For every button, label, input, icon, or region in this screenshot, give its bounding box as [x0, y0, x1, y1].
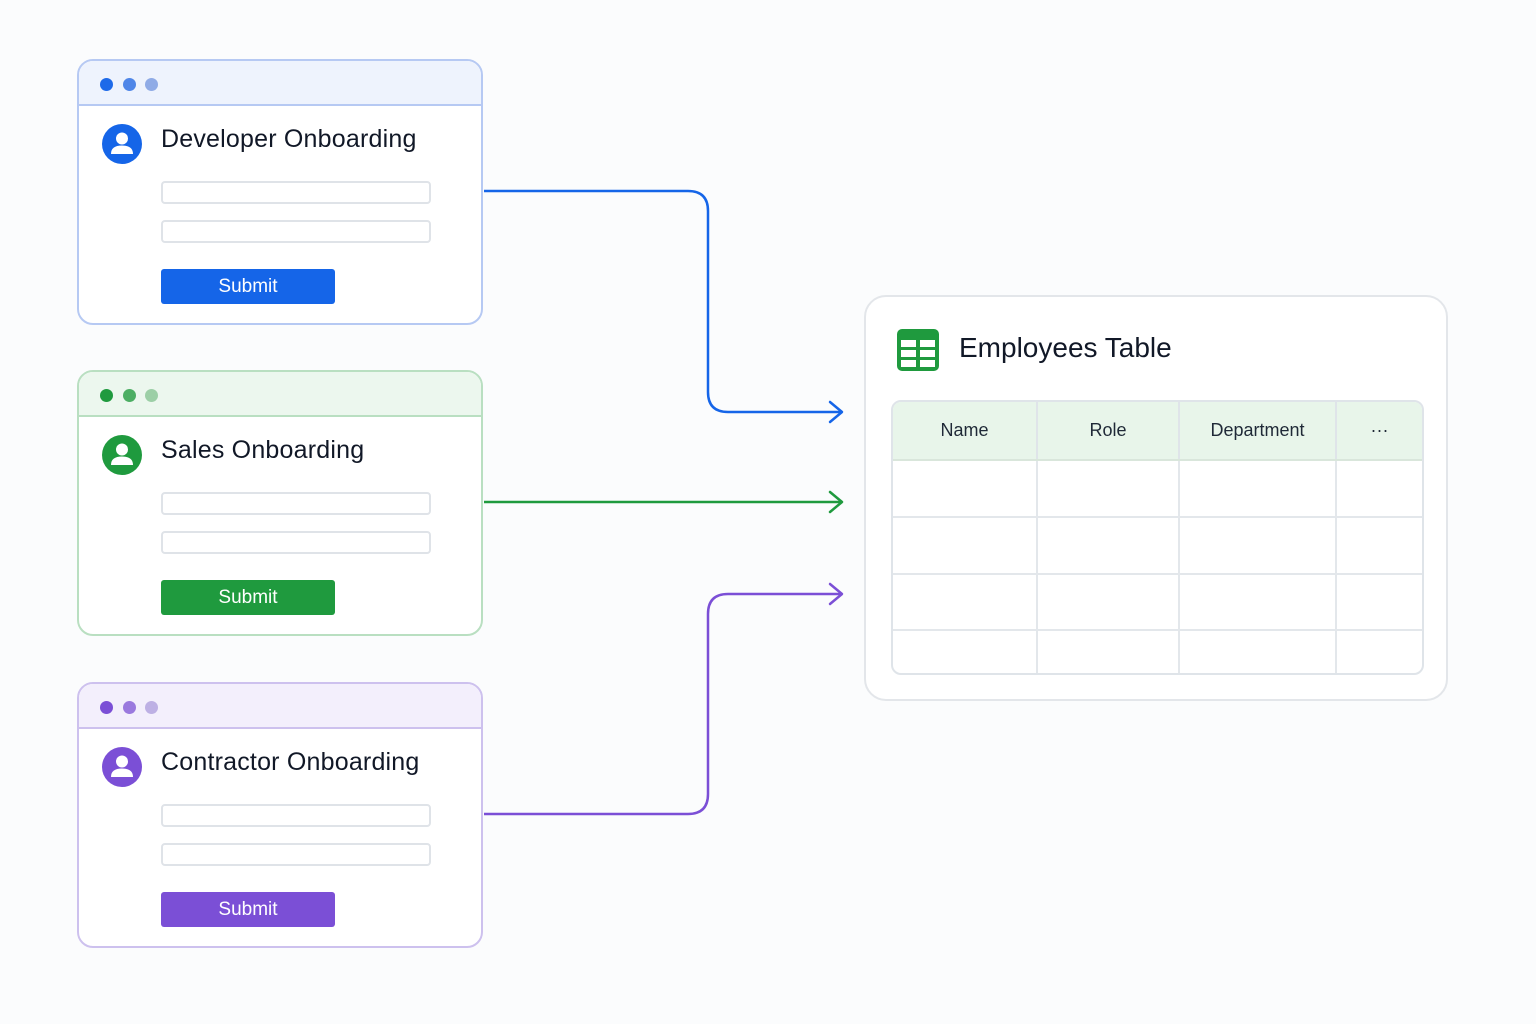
- table-cell[interactable]: [1037, 516, 1180, 575]
- table-cell[interactable]: [1336, 516, 1422, 575]
- contractor-onboarding-window: Contractor Onboarding Submit: [77, 682, 483, 948]
- form-title: Sales Onboarding: [161, 436, 365, 464]
- table-cell[interactable]: [1336, 460, 1422, 518]
- table-row: [893, 573, 1422, 632]
- window-titlebar: [79, 684, 481, 729]
- window-dot: [123, 389, 136, 402]
- column-header-role[interactable]: Role: [1037, 402, 1180, 461]
- table-cell[interactable]: [893, 573, 1038, 632]
- text-field-2[interactable]: [161, 843, 431, 866]
- text-field-2[interactable]: [161, 220, 431, 243]
- window-titlebar: [79, 372, 481, 417]
- text-field-1[interactable]: [161, 492, 431, 515]
- developer-connector: [484, 189, 842, 414]
- table-row: [893, 516, 1422, 575]
- table-cell[interactable]: [1336, 630, 1422, 673]
- column-header-name[interactable]: Name: [893, 402, 1038, 461]
- window-dot: [123, 701, 136, 714]
- submit-button[interactable]: Submit: [161, 892, 335, 927]
- form-title: Developer Onboarding: [161, 125, 417, 153]
- window-dot: [100, 389, 113, 402]
- developer-onboarding-window: Developer Onboarding Submit: [77, 59, 483, 325]
- window-dot: [145, 78, 158, 91]
- window-dot: [145, 701, 158, 714]
- window-dot: [100, 701, 113, 714]
- employees-table: Name Role Department ···: [891, 400, 1424, 675]
- more-columns-icon[interactable]: ···: [1336, 402, 1422, 461]
- table-cell[interactable]: [1336, 573, 1422, 632]
- table-row: [893, 630, 1422, 673]
- contractor-connector: [484, 592, 842, 816]
- column-header-department[interactable]: Department: [1179, 402, 1337, 461]
- user-icon: [102, 747, 142, 787]
- form-title: Contractor Onboarding: [161, 748, 420, 776]
- sales-onboarding-window: Sales Onboarding Submit: [77, 370, 483, 636]
- window-dot: [100, 78, 113, 91]
- table-row: [893, 460, 1422, 518]
- table-cell[interactable]: [893, 630, 1038, 673]
- employees-table-card: Employees Table Name Role Department ···: [864, 295, 1448, 701]
- table-cell[interactable]: [1179, 460, 1337, 518]
- table-header-row: Name Role Department ···: [893, 402, 1422, 461]
- text-field-1[interactable]: [161, 181, 431, 204]
- table-title: Employees Table: [959, 332, 1172, 363]
- user-icon: [102, 124, 142, 164]
- text-field-1[interactable]: [161, 804, 431, 827]
- table-cell[interactable]: [1179, 573, 1337, 632]
- table-cell[interactable]: [1037, 573, 1180, 632]
- table-cell[interactable]: [893, 516, 1038, 575]
- user-icon: [102, 435, 142, 475]
- spreadsheet-icon: [897, 329, 939, 376]
- table-cell[interactable]: [1037, 460, 1180, 518]
- submit-button[interactable]: Submit: [161, 269, 335, 304]
- table-cell[interactable]: [893, 460, 1038, 518]
- table-cell[interactable]: [1179, 516, 1337, 575]
- window-dot: [145, 389, 158, 402]
- window-titlebar: [79, 61, 481, 106]
- submit-button[interactable]: Submit: [161, 580, 335, 615]
- text-field-2[interactable]: [161, 531, 431, 554]
- table-cell[interactable]: [1037, 630, 1180, 673]
- window-dot: [123, 78, 136, 91]
- table-cell[interactable]: [1179, 630, 1337, 673]
